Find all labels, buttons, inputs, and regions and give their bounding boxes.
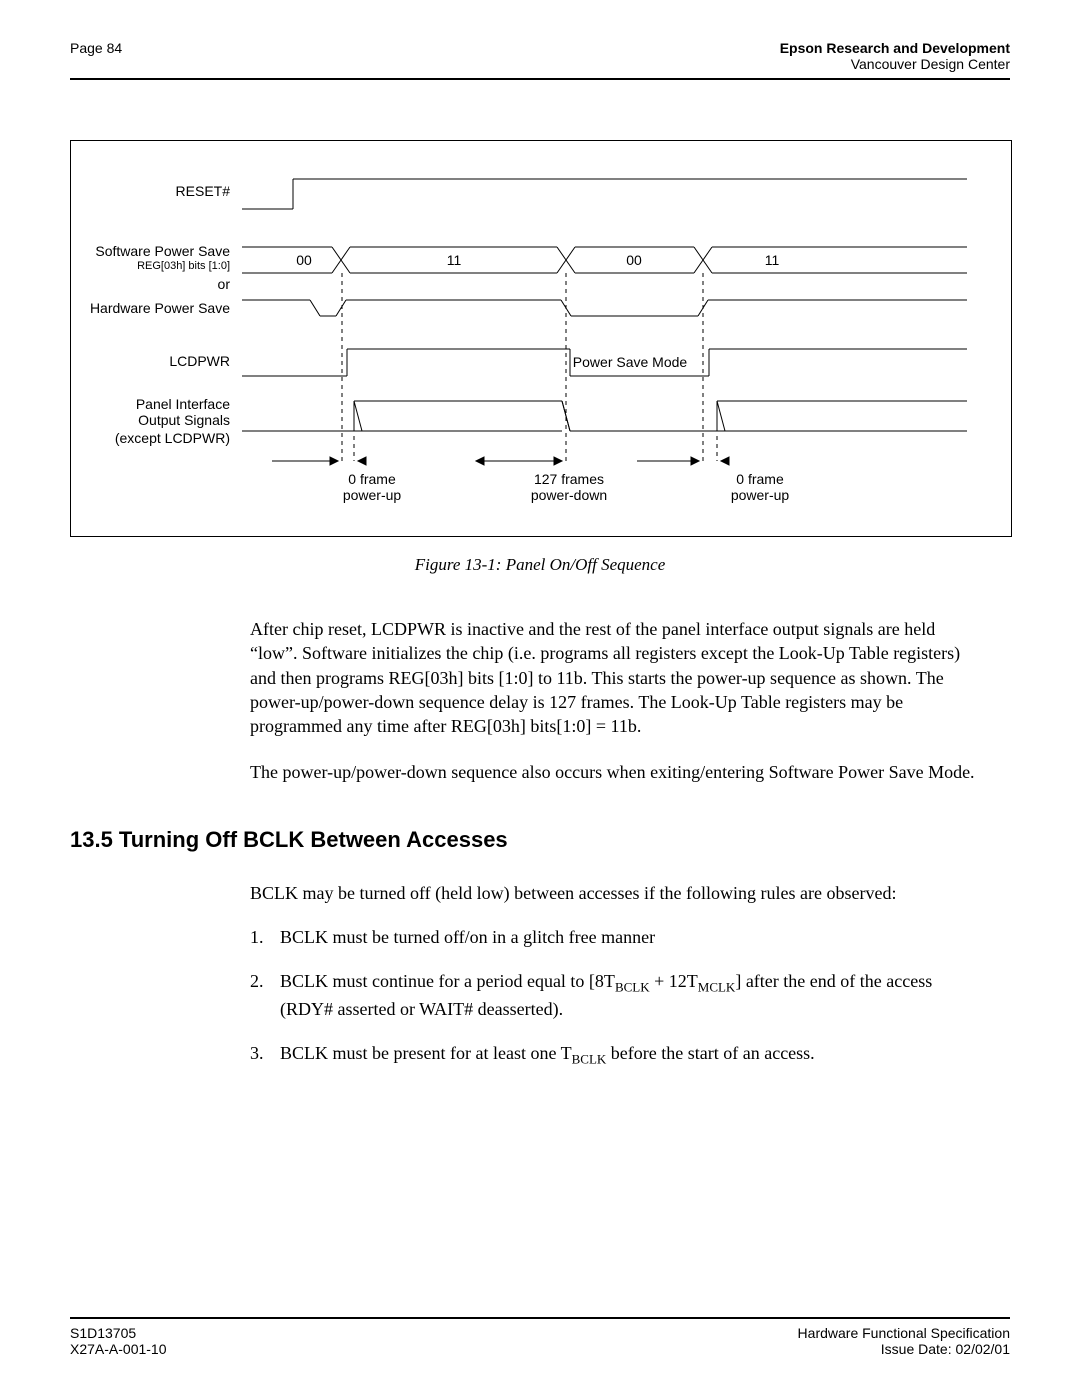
page-footer: S1D13705 X27A-A-001-10 Hardware Function… bbox=[70, 1317, 1010, 1357]
dimension-arrows bbox=[272, 457, 729, 465]
timing-diagram: RESET# Software Power Save REG[03h] bits… bbox=[70, 140, 1012, 537]
item2-sub1: BCLK bbox=[615, 980, 650, 995]
footer-right-1: Hardware Functional Specification bbox=[798, 1325, 1010, 1341]
label-power-save-mode: Power Save Mode bbox=[573, 354, 688, 370]
label-reset: RESET# bbox=[176, 183, 231, 199]
callout-2-line2: power-down bbox=[531, 487, 607, 503]
label-panel-if-2: Output Signals bbox=[138, 412, 230, 428]
list-num-2: 2. bbox=[250, 969, 280, 1020]
footer-left-2: X27A-A-001-10 bbox=[70, 1341, 167, 1357]
callout-1-line1: 0 frame bbox=[348, 471, 396, 487]
label-lcdpwr: LCDPWR bbox=[169, 353, 230, 369]
page: Page 84 Epson Research and Development V… bbox=[0, 0, 1080, 1397]
label-panel-if-3: (except LCDPWR) bbox=[115, 430, 230, 446]
list-text-3: BCLK must be present for at least one TB… bbox=[280, 1041, 980, 1068]
callout-3-line2: power-up bbox=[731, 487, 790, 503]
list-text-1: BCLK must be turned off/on in a glitch f… bbox=[280, 925, 980, 949]
label-reg-bits: REG[03h] bits [1:0] bbox=[137, 260, 230, 272]
list-num-3: 3. bbox=[250, 1041, 280, 1068]
callout-2-line1: 127 frames bbox=[534, 471, 604, 487]
figure-caption: Figure 13-1: Panel On/Off Sequence bbox=[70, 555, 1010, 575]
item3-pre: BCLK must be present for at least one T bbox=[280, 1043, 572, 1063]
section-heading: 13.5 Turning Off BCLK Between Accesses bbox=[70, 827, 1010, 853]
page-number: Page 84 bbox=[70, 40, 122, 56]
item2-pre: BCLK must continue for a period equal to… bbox=[280, 971, 615, 991]
list-item-1: 1. BCLK must be turned off/on in a glitc… bbox=[250, 925, 980, 949]
callout-3-line1: 0 frame bbox=[736, 471, 784, 487]
item3-sub: BCLK bbox=[572, 1051, 607, 1066]
location-name: Vancouver Design Center bbox=[851, 56, 1010, 72]
label-sw-power-save: Software Power Save bbox=[95, 243, 230, 259]
list-text-2: BCLK must continue for a period equal to… bbox=[280, 969, 980, 1020]
hw-power-save-waveform bbox=[242, 300, 967, 316]
footer-left: S1D13705 X27A-A-001-10 bbox=[70, 1325, 167, 1357]
label-or: or bbox=[218, 276, 231, 292]
page-header: Page 84 Epson Research and Development V… bbox=[70, 40, 1010, 80]
paragraph-1: After chip reset, LCDPWR is inactive and… bbox=[250, 617, 980, 738]
label-panel-if-1: Panel Interface bbox=[136, 396, 230, 412]
footer-right-2: Issue Date: 02/02/01 bbox=[881, 1341, 1010, 1357]
header-left: Page 84 bbox=[70, 40, 122, 72]
list-item-2: 2. BCLK must continue for a period equal… bbox=[250, 969, 980, 1020]
footer-left-1: S1D13705 bbox=[70, 1325, 136, 1341]
callout-1-line2: power-up bbox=[343, 487, 402, 503]
list-intro: BCLK may be turned off (held low) betwee… bbox=[250, 881, 980, 905]
data-bus-waveform bbox=[242, 247, 967, 273]
data-val-2: 11 bbox=[447, 252, 462, 268]
item2-sub2: MCLK bbox=[698, 980, 736, 995]
list-num-1: 1. bbox=[250, 925, 280, 949]
item3-post: before the start of an access. bbox=[606, 1043, 814, 1063]
panel-waveform bbox=[242, 401, 967, 431]
company-name: Epson Research and Development bbox=[780, 40, 1010, 56]
timing-diagram-svg: RESET# Software Power Save REG[03h] bits… bbox=[71, 141, 1011, 536]
list-item-3: 3. BCLK must be present for at least one… bbox=[250, 1041, 980, 1068]
data-val-1: 00 bbox=[296, 252, 312, 268]
footer-right: Hardware Functional Specification Issue … bbox=[798, 1325, 1010, 1357]
label-hw-power-save: Hardware Power Save bbox=[90, 300, 230, 316]
data-val-4: 11 bbox=[765, 252, 780, 268]
item2-mid: + 12T bbox=[650, 971, 698, 991]
data-val-3: 00 bbox=[626, 252, 642, 268]
paragraph-2: The power-up/power-down sequence also oc… bbox=[250, 760, 980, 784]
header-right: Epson Research and Development Vancouver… bbox=[780, 40, 1010, 72]
